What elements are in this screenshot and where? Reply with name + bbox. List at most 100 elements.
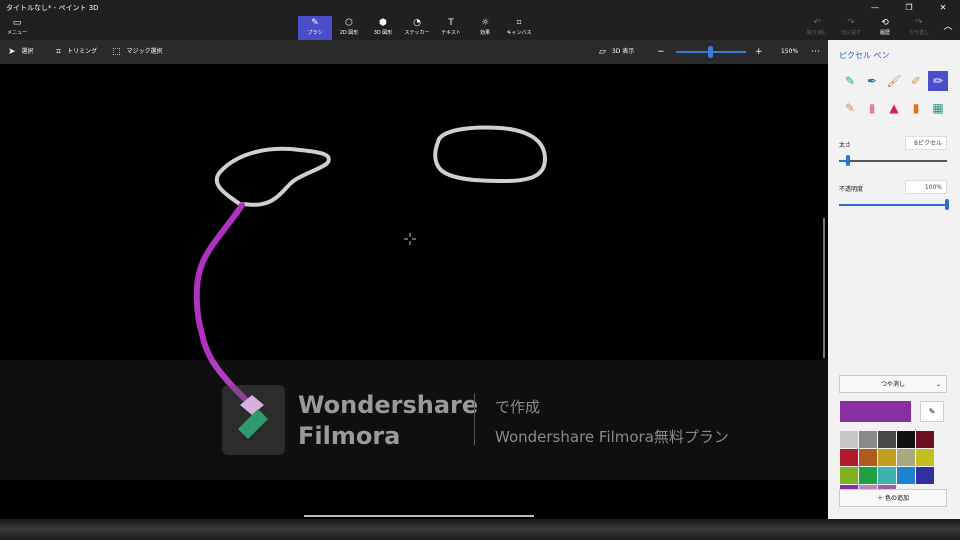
marker-brush-icon[interactable]: ✎	[840, 71, 860, 91]
undo-button[interactable]: ↶ 取り消し	[800, 16, 834, 40]
minimize-button[interactable]: —	[858, 0, 892, 16]
effects-icon: ☼	[480, 18, 490, 28]
palette-swatch[interactable]	[859, 467, 877, 484]
add-color-label: 色の追加	[884, 495, 909, 502]
tab-2d-shapes[interactable]: ⬡ 2D 図形	[332, 16, 366, 40]
pencil-icon[interactable]: ✎	[840, 98, 860, 118]
redo-label: やり直し	[908, 30, 929, 36]
canvas-icon: ⌗	[516, 18, 522, 28]
text-icon: T	[448, 18, 454, 28]
tab-effects[interactable]: ☼ 効果	[468, 16, 502, 40]
magic-select-button[interactable]: ⬚ マジック選択	[112, 40, 163, 64]
palette-swatch[interactable]	[916, 467, 934, 484]
opacity-slider-fill	[839, 204, 947, 206]
crop-icon: ⌗	[56, 47, 62, 57]
tab-label: キャンバス	[506, 30, 532, 36]
filmora-logo-icon	[222, 385, 285, 455]
palette-swatch[interactable]	[897, 431, 915, 448]
opacity-field[interactable]: 100%	[905, 180, 947, 194]
window-title: タイトルなし* - ペイント 3D	[6, 4, 99, 12]
tab-label: 3D 図形	[373, 30, 393, 36]
tab-brush[interactable]: ✎ ブラシ	[298, 16, 332, 40]
tab-label: 効果	[479, 30, 490, 36]
opacity-slider-thumb[interactable]	[945, 199, 949, 210]
palette-swatch[interactable]	[859, 449, 877, 466]
view-3d-icon: ▱	[599, 47, 606, 57]
finish-value: つや消し	[880, 381, 905, 388]
eraser-icon[interactable]: ▮	[862, 98, 882, 118]
tab-text[interactable]: T テキスト	[434, 16, 468, 40]
magic-select-label: マジック選択	[126, 48, 163, 55]
current-color-swatch[interactable]	[840, 401, 911, 422]
zoom-out-button[interactable]: −	[657, 40, 665, 64]
select-button[interactable]: ➤ 選択	[8, 40, 34, 64]
palette-swatch[interactable]	[878, 431, 896, 448]
redo-button[interactable]: ↷ やり直し	[902, 16, 936, 40]
watercolor-brush-icon[interactable]: ✐	[906, 71, 926, 91]
shapes-2d-icon: ⬡	[345, 18, 353, 28]
palette-swatch[interactable]	[840, 449, 858, 466]
palette-swatch[interactable]	[916, 449, 934, 466]
palette-swatch[interactable]	[916, 431, 934, 448]
history-button[interactable]: ⟲ 履歴	[868, 16, 902, 40]
undo-label: 取り消し	[806, 30, 827, 36]
thickness-label: 太さ	[839, 142, 852, 149]
title-bar: タイトルなし* - ペイント 3D — ❐ ✕	[0, 0, 960, 16]
view-3d-button[interactable]: ▱ 3D 表示	[599, 40, 634, 64]
crop-button[interactable]: ⌗ トリミング	[56, 40, 97, 64]
vertical-scrollbar[interactable]	[823, 218, 825, 358]
spray-can-icon[interactable]: ▮	[906, 98, 926, 118]
close-button[interactable]: ✕	[926, 0, 960, 16]
oil-brush-icon[interactable]: 🖌	[884, 71, 904, 91]
history-label: 履歴	[879, 30, 890, 36]
tab-canvas[interactable]: ⌗ キャンバス	[502, 16, 536, 40]
thickness-field[interactable]: 8ピクセル	[905, 136, 947, 150]
palette-swatch[interactable]	[840, 431, 858, 448]
tool-options-bar: ➤ 選択 ⌗ トリミング ⬚ マジック選択 ▱ 3D 表示 − + 150% ⋯	[0, 40, 828, 64]
eyedropper-button[interactable]: ✎	[920, 401, 944, 422]
watermark-brand-line1: Wondershare	[298, 391, 479, 419]
palette-swatch[interactable]	[897, 449, 915, 466]
magic-select-icon: ⬚	[112, 47, 121, 57]
menu-label: メニュー	[6, 30, 27, 36]
more-icon: ⋯	[811, 47, 820, 57]
finish-dropdown[interactable]: つや消し ⌄	[839, 375, 947, 393]
history-icon: ⟲	[881, 18, 889, 28]
ribbon: ▭ メニュー ✎ ブラシ ⬡ 2D 図形 ⬢ 3D 図形 ◔ ステッカー T テ…	[0, 16, 960, 40]
palette-swatch[interactable]	[897, 467, 915, 484]
folder-icon: ▭	[12, 18, 22, 28]
revert-button[interactable]: ↷ 元に戻す	[834, 16, 868, 40]
horizontal-scrollbar[interactable]	[304, 515, 534, 517]
palette-swatch[interactable]	[878, 467, 896, 484]
revert-icon: ↷	[847, 18, 855, 28]
calligraphy-pen-icon[interactable]: ✒	[862, 71, 882, 91]
watermark-overlay	[0, 360, 960, 480]
window-controls: — ❐ ✕	[858, 0, 960, 16]
fill-bucket-icon[interactable]: ▦	[928, 98, 948, 118]
maximize-button[interactable]: ❐	[892, 0, 926, 16]
thickness-slider-thumb[interactable]	[845, 155, 850, 166]
taskbar-strip	[0, 519, 960, 540]
select-label: 選択	[21, 48, 34, 55]
revert-label: 元に戻す	[840, 30, 861, 36]
palette-swatch[interactable]	[878, 449, 896, 466]
zoom-slider-thumb[interactable]	[707, 46, 713, 58]
zoom-in-button[interactable]: +	[755, 40, 763, 64]
palette-swatch[interactable]	[859, 431, 877, 448]
thickness-slider[interactable]	[839, 160, 947, 162]
tab-stickers[interactable]: ◔ ステッカー	[400, 16, 434, 40]
palette-swatch[interactable]	[840, 467, 858, 484]
tab-label: 2D 図形	[339, 30, 359, 36]
sticker-icon: ◔	[413, 18, 421, 28]
collapse-ribbon-button[interactable]: ︿	[936, 16, 960, 40]
redo-icon: ↷	[915, 18, 923, 28]
crayon-icon[interactable]: ▲	[884, 98, 904, 118]
more-options-button[interactable]: ⋯	[811, 40, 820, 64]
tab-3d-shapes[interactable]: ⬢ 3D 図形	[366, 16, 400, 40]
crosshair-cursor-icon	[404, 233, 416, 245]
watermark-plan: Wondershare Filmora無料プラン	[495, 428, 729, 446]
add-color-button[interactable]: ＋ 色の追加	[839, 489, 947, 507]
eyedropper-icon: ✎	[928, 407, 936, 416]
pixel-pen-icon[interactable]: ✏	[928, 71, 948, 91]
menu-button[interactable]: ▭ メニュー	[0, 16, 34, 40]
